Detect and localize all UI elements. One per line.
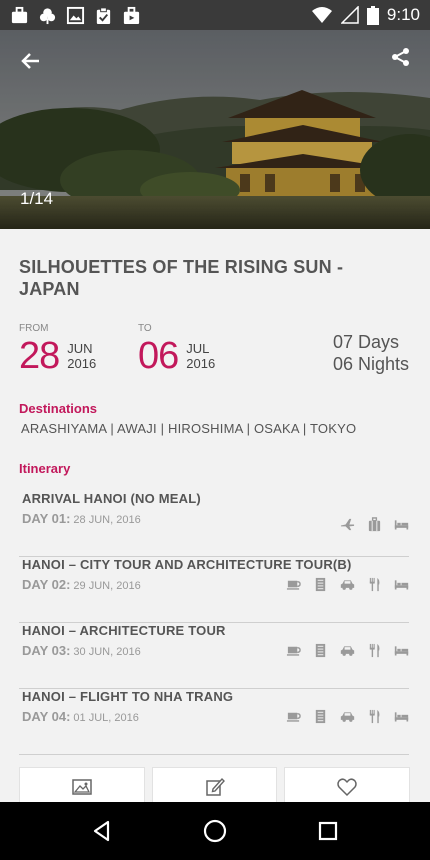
to-year: 2016: [186, 356, 216, 371]
itinerary-item-title: HANOI – FLIGHT TO NHA TRANG: [22, 689, 234, 704]
destinations-list: ARASHIYAMA | AWAJI | HIROSHIMA | OSAKA |…: [21, 421, 357, 436]
tour-details: SILHOUETTES OF THE RISING SUN - JAPAN FR…: [0, 229, 430, 802]
itinerary-item-title: ARRIVAL HANOI (NO MEAL): [22, 491, 201, 506]
briefcase-icon: [11, 6, 28, 23]
itinerary-item[interactable]: HANOI – CITY TOUR AND ARCHITECTURE TOUR(…: [19, 557, 409, 623]
tour-duration: 07 Days 06 Nights: [333, 331, 409, 375]
itinerary-item-day: DAY 03: 30 JUN, 2016: [22, 643, 141, 658]
itinerary-date: 29 JUN, 2016: [73, 580, 141, 592]
itinerary-item-icons: [286, 709, 409, 724]
itinerary-item[interactable]: HANOI – FLIGHT TO NHA TRANG DAY 04: 01 JU…: [19, 689, 409, 755]
car-icon: [340, 646, 355, 656]
gallery-icon: [72, 779, 92, 795]
itinerary-day-label: DAY 04:: [22, 709, 71, 724]
coffee-icon: [286, 646, 301, 656]
itinerary-item-icons: [340, 517, 409, 532]
hero-image-gallery[interactable]: 1/14: [0, 30, 430, 229]
from-month: JUN: [67, 341, 93, 356]
image-counter: 1/14: [20, 189, 54, 208]
from-day: 28: [19, 335, 60, 377]
temple-photo: [0, 30, 430, 229]
itinerary-day-label: DAY 02:: [22, 577, 71, 592]
to-label: TO: [138, 323, 152, 334]
image-icon: [66, 6, 85, 24]
coffee-icon: [286, 712, 301, 722]
system-nav-bar: [0, 802, 430, 860]
itinerary-item-title: HANOI – ARCHITECTURE TOUR: [22, 623, 226, 638]
building-icon: [315, 709, 326, 724]
luggage-icon: [368, 517, 381, 532]
bag-icon: [123, 6, 140, 24]
to-day: 06: [138, 335, 179, 377]
restaurant-icon: [369, 577, 380, 592]
status-bar: 9:10: [0, 0, 430, 30]
restaurant-icon: [369, 643, 380, 658]
share-button[interactable]: [388, 44, 414, 70]
coffee-icon: [286, 580, 301, 590]
from-date: FROM 28 JUN 2016: [19, 323, 96, 376]
back-triangle-icon: [93, 820, 109, 842]
wifi-icon: [311, 7, 332, 23]
notification-icons: [10, 6, 141, 25]
heart-icon: [337, 778, 357, 797]
car-icon: [340, 580, 355, 590]
back-button[interactable]: [16, 46, 46, 76]
itinerary-item[interactable]: ARRIVAL HANOI (NO MEAL) DAY 01: 28 JUN, 2…: [19, 491, 409, 557]
itinerary-item-day: DAY 01: 28 JUN, 2016: [22, 511, 141, 526]
clipboard-icon: [96, 6, 111, 24]
bed-icon: [394, 712, 409, 722]
to-month: JUL: [186, 341, 210, 356]
duration-days: 07 Days: [332, 332, 399, 352]
edit-icon: [205, 777, 225, 796]
arrow-left-icon: [21, 53, 39, 69]
nav-home-button[interactable]: [193, 809, 237, 853]
nav-back-button[interactable]: [80, 809, 124, 853]
itinerary-date: 01 JUL, 2016: [73, 712, 139, 724]
from-year: 2016: [67, 356, 97, 371]
from-label: FROM: [19, 323, 49, 334]
restaurant-icon: [369, 709, 380, 724]
itinerary-item-icons: [286, 577, 409, 592]
signal-icon: [340, 6, 359, 24]
itinerary-item-icons: [286, 643, 409, 658]
bed-icon: [394, 646, 409, 656]
gallery-button[interactable]: [19, 767, 145, 802]
duration-nights: 06 Nights: [332, 354, 409, 374]
nav-recents-button[interactable]: [306, 809, 350, 853]
edit-button[interactable]: [151, 767, 278, 802]
building-icon: [315, 643, 326, 658]
itinerary-date: 28 JUN, 2016: [73, 514, 141, 526]
itinerary-item-title: HANOI – CITY TOUR AND ARCHITECTURE TOUR(…: [22, 557, 352, 572]
car-icon: [340, 712, 355, 722]
bed-icon: [394, 580, 409, 590]
status-time: 9:10: [386, 5, 420, 24]
itinerary-item-day: DAY 04: 01 JUL, 2016: [22, 709, 139, 724]
itinerary-item-day: DAY 02: 29 JUN, 2016: [22, 577, 141, 592]
home-circle-icon: [203, 819, 227, 843]
to-date: TO 06 JUL 2016: [138, 323, 215, 376]
action-bar: [19, 767, 411, 802]
recents-square-icon: [319, 821, 338, 841]
destinations-heading: Destinations: [19, 401, 98, 416]
system-status: 9:10: [311, 5, 420, 25]
favorite-button[interactable]: [284, 767, 411, 802]
building-icon: [315, 577, 326, 592]
itinerary-item[interactable]: HANOI – ARCHITECTURE TOUR DAY 03: 30 JUN,…: [19, 623, 409, 689]
itinerary-day-label: DAY 03:: [22, 643, 71, 658]
itinerary-day-label: DAY 01:: [22, 511, 71, 526]
battery-icon: [366, 5, 379, 25]
itinerary-heading: Itinerary: [19, 461, 71, 476]
leaf-icon: [39, 7, 56, 24]
tour-title: SILHOUETTES OF THE RISING SUN - JAPAN: [19, 257, 344, 299]
plane-icon: [340, 518, 355, 531]
share-icon: [392, 48, 409, 66]
bed-icon: [394, 520, 409, 530]
itinerary-date: 30 JUN, 2016: [73, 646, 141, 658]
